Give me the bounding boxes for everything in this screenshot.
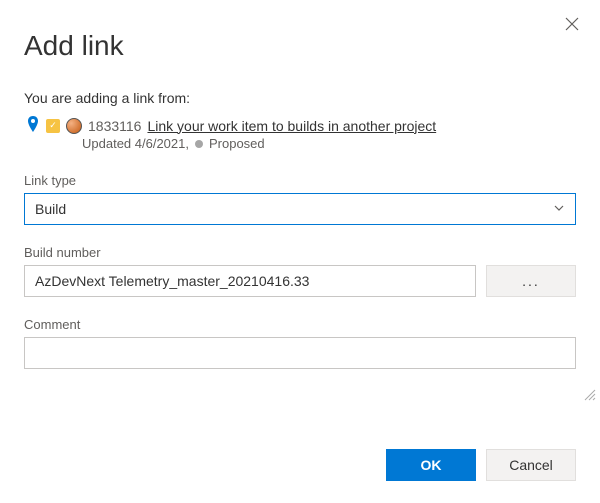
state-text: Proposed [209, 136, 265, 151]
ok-button[interactable]: OK [386, 449, 476, 481]
browse-button[interactable]: ... [486, 265, 576, 297]
dialog-title: Add link [24, 30, 576, 62]
comment-input[interactable] [24, 337, 576, 369]
link-type-dropdown[interactable]: Build [24, 193, 576, 225]
workitem-id: 1833116 [88, 118, 141, 134]
dialog-footer: OK Cancel [386, 449, 576, 481]
build-number-row: ... [24, 265, 576, 297]
build-number-input[interactable] [24, 265, 476, 297]
workitem-title-link[interactable]: Link your work item to builds in another… [147, 118, 436, 134]
link-type-label: Link type [24, 173, 576, 188]
close-button[interactable] [562, 14, 582, 34]
chevron-down-icon [553, 201, 565, 217]
workitem-meta: Updated 4/6/2021, Proposed [82, 136, 576, 151]
resize-grip-icon[interactable] [582, 387, 596, 401]
intro-text: You are adding a link from: [24, 90, 576, 106]
state-dot-icon [195, 140, 203, 148]
pin-icon [26, 116, 40, 135]
cancel-button[interactable]: Cancel [486, 449, 576, 481]
updated-text: Updated 4/6/2021, [82, 136, 189, 151]
comment-label: Comment [24, 317, 576, 332]
link-type-value: Build [35, 201, 66, 217]
build-number-label: Build number [24, 245, 576, 260]
close-icon [565, 17, 579, 31]
workitem-row: ✓ 1833116 Link your work item to builds … [24, 116, 576, 135]
shield-icon: ✓ [46, 119, 60, 133]
avatar [66, 118, 82, 134]
